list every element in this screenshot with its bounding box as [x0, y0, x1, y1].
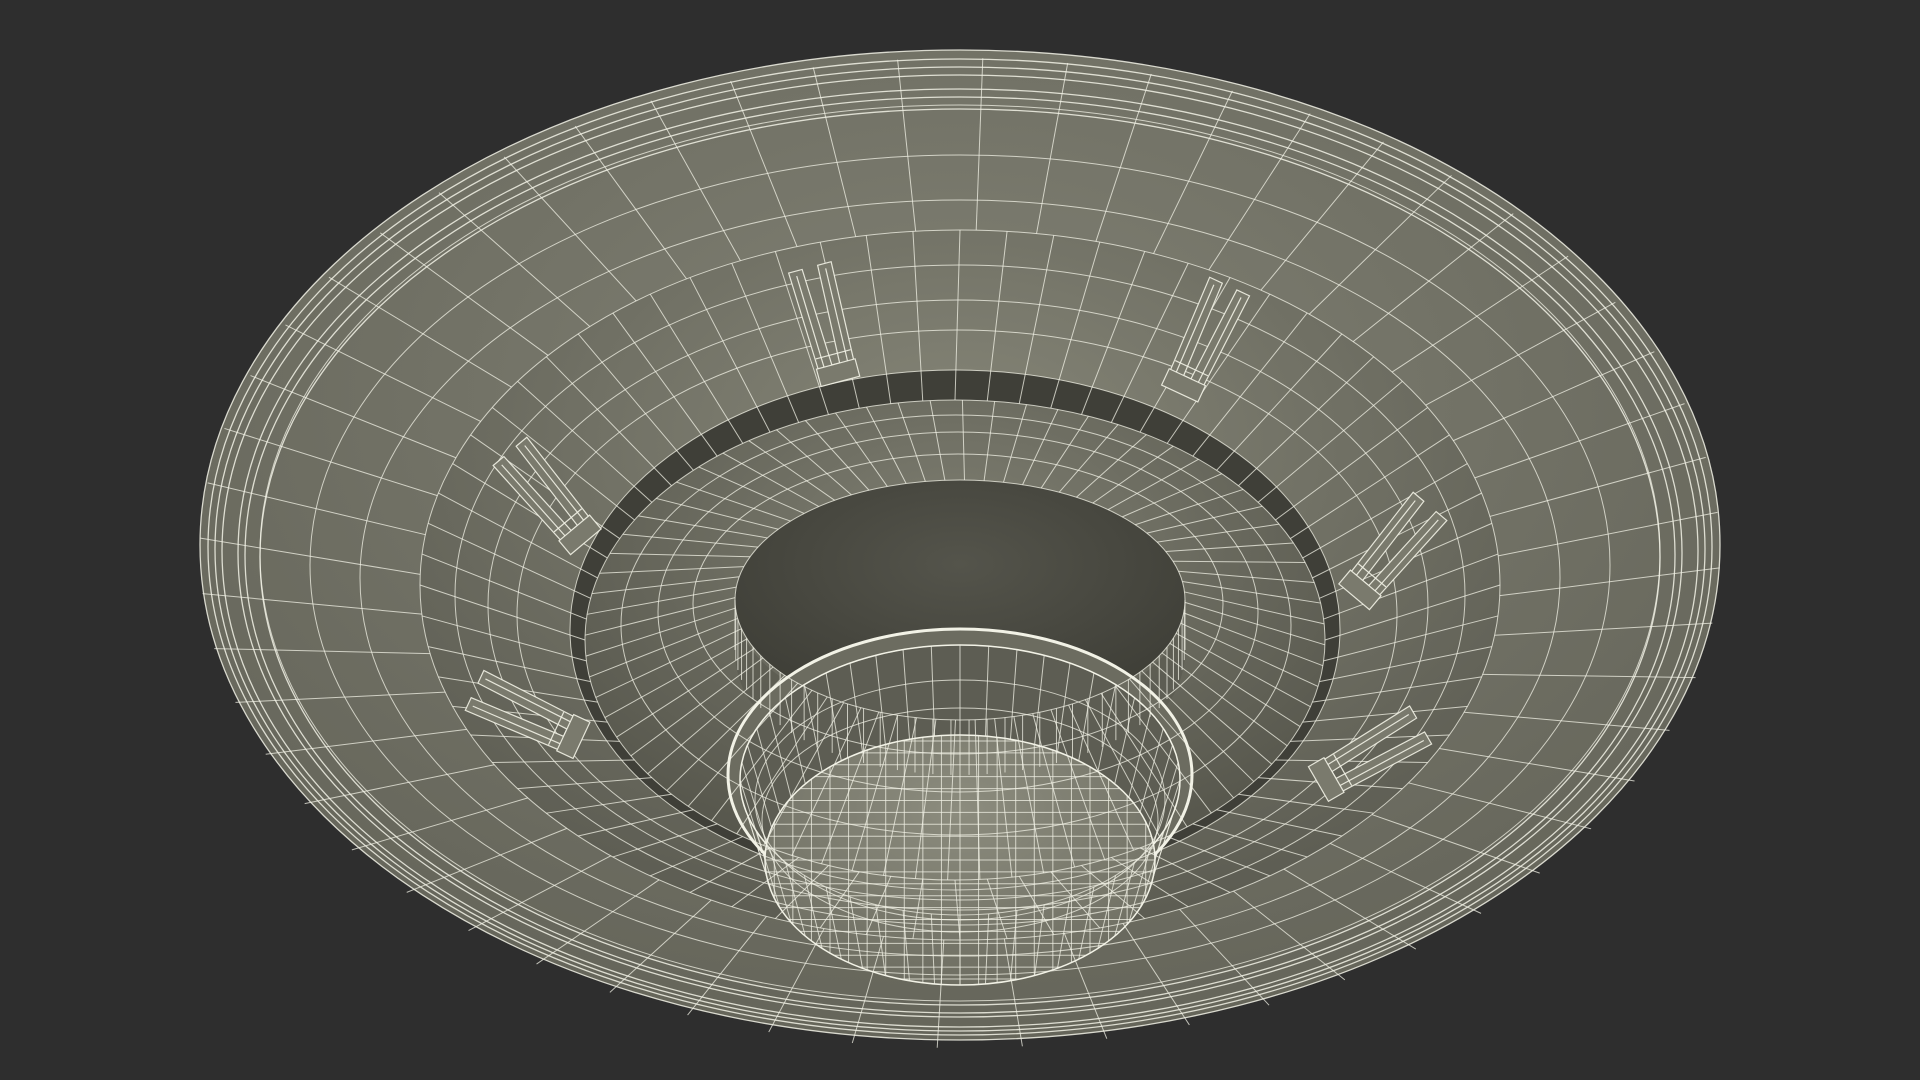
wireframe-saucer-icon	[199, 49, 1721, 1048]
render-viewport	[0, 0, 1920, 1080]
